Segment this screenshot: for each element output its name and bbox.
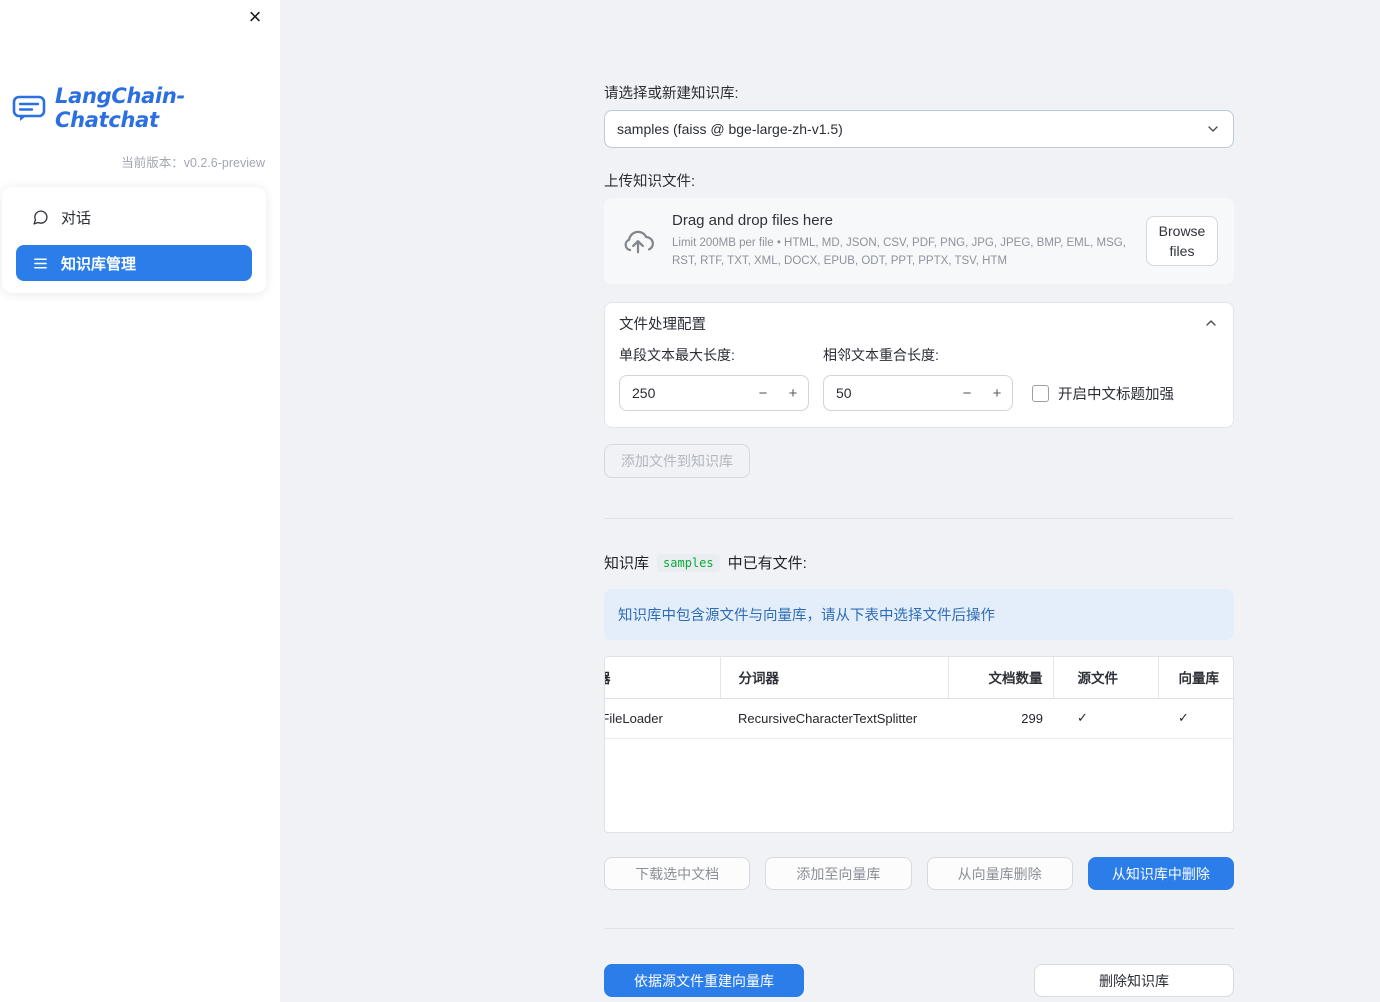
chunk-size-value[interactable]: 250 <box>620 385 748 401</box>
app-logo: LangChain-Chatchat <box>0 0 280 132</box>
cell-vector-store-check: ✓ <box>1158 698 1233 739</box>
expander-header[interactable]: 文件处理配置 <box>605 303 1233 343</box>
kb-select[interactable]: samples (faiss @ bge-large-zh-v1.5) <box>604 110 1234 148</box>
zh-title-enhance-checkbox[interactable] <box>1032 384 1049 402</box>
upload-label: 上传知识文件: <box>604 174 696 190</box>
chunk-size-decrement-button[interactable]: − <box>748 385 778 402</box>
column-header-vector-store: 向量库 <box>1158 657 1233 699</box>
rebuild-vector-store-button[interactable]: 依据源文件重建向量库 <box>604 964 804 997</box>
cell-doc-count: 299 <box>948 698 1053 739</box>
list-icon <box>32 255 49 272</box>
chunk-size-increment-button[interactable]: + <box>778 385 808 402</box>
sidebar-menu: 对话 知识库管理 <box>2 187 266 293</box>
close-sidebar-button[interactable]: × <box>242 4 268 30</box>
divider <box>604 928 1234 929</box>
kb-select-label: 请选择或新建知识库: <box>604 86 739 102</box>
dropzone-limit-text: Limit 200MB per file • HTML, MD, JSON, C… <box>672 237 1126 267</box>
chevron-down-icon <box>1205 121 1221 137</box>
file-dropzone[interactable]: Drag and drop files here Limit 200MB per… <box>604 198 1234 284</box>
browse-files-button[interactable]: Browse files <box>1146 215 1218 267</box>
column-header-doc-count: 文档数量 <box>948 657 1054 699</box>
overlap-size-decrement-button[interactable]: − <box>952 385 982 402</box>
chunk-size-label: 单段文本最大长度: <box>619 347 735 363</box>
column-header-splitter: 分词器 <box>720 657 949 699</box>
sidebar-item-dialogue[interactable]: 对话 <box>16 199 252 235</box>
chat-bubble-icon <box>32 209 49 226</box>
delete-from-kb-button[interactable]: 从知识库中删除 <box>1087 857 1234 890</box>
download-selected-docs-button[interactable]: 下载选中文档 <box>604 857 751 890</box>
file-config-expander: 文件处理配置 单段文本最大长度: 250 − + 相邻文本重合长度: 50 − … <box>604 302 1234 428</box>
add-to-vector-store-button[interactable]: 添加至向量库 <box>765 857 912 890</box>
kb-select-value: samples (faiss @ bge-large-zh-v1.5) <box>617 121 843 137</box>
delete-kb-button[interactable]: 删除知识库 <box>1034 964 1234 997</box>
kb-name-code: samples <box>657 553 720 572</box>
sidebar-item-label: 知识库管理 <box>61 255 137 273</box>
logo-text: LangChain-Chatchat <box>55 84 185 132</box>
cell-loader: UnstructuredFileLoader <box>605 698 720 739</box>
sidebar-item-label: 对话 <box>61 209 92 227</box>
divider <box>604 518 1234 519</box>
zh-title-enhance-label: 开启中文标题加强 <box>1058 386 1174 403</box>
dropzone-title: Drag and drop files here <box>672 212 833 230</box>
table-header-row: 文档加载器 分词器 文档数量 源文件 向量库 <box>605 657 1233 699</box>
logo-chat-icon <box>12 94 46 122</box>
existing-prefix: 知识库 <box>604 555 650 572</box>
cell-splitter: RecursiveCharacterTextSplitter <box>720 698 948 739</box>
overlap-size-increment-button[interactable]: + <box>982 385 1012 402</box>
existing-files-line: 知识库 samples 中已有文件: <box>604 552 1234 573</box>
table-action-buttons: 下载选中文档 添加至向量库 从向量库删除 从知识库中删除 <box>604 857 1234 890</box>
dropzone-text: Drag and drop files here Limit 200MB per… <box>672 212 1146 270</box>
main-area: 请选择或新建知识库: samples (faiss @ bge-large-zh… <box>280 0 1380 1002</box>
add-files-to-kb-button[interactable]: 添加文件到知识库 <box>604 444 750 478</box>
table-row[interactable]: UnstructuredFileLoader RecursiveCharacte… <box>605 698 1233 739</box>
existing-suffix: 中已有文件: <box>727 555 807 572</box>
overlap-size-label: 相邻文本重合长度: <box>823 347 939 363</box>
column-header-source-file: 源文件 <box>1053 657 1159 699</box>
delete-from-vector-store-button[interactable]: 从向量库删除 <box>926 857 1073 890</box>
info-banner: 知识库中包含源文件与向量库，请从下表中选择文件后操作 <box>604 589 1234 640</box>
sidebar-item-knowledge-base[interactable]: 知识库管理 <box>16 245 252 281</box>
overlap-size-value[interactable]: 50 <box>824 385 952 401</box>
column-header-loader: 文档加载器 <box>605 657 721 699</box>
sidebar: × LangChain-Chatchat 当前版本：v0.2.6-preview… <box>0 0 280 1002</box>
cell-source-file-check: ✓ <box>1053 698 1158 739</box>
chevron-up-icon <box>1203 315 1219 331</box>
footer-buttons: 依据源文件重建向量库 删除知识库 <box>604 964 1234 997</box>
version-text: 当前版本：v0.2.6-preview <box>121 156 265 170</box>
expander-body: 单段文本最大长度: 250 − + 相邻文本重合长度: 50 − + 开启中文标… <box>605 343 1233 427</box>
files-table[interactable]: 文档加载器 分词器 文档数量 源文件 向量库 UnstructuredFileL… <box>604 656 1234 833</box>
expander-title: 文件处理配置 <box>619 316 706 333</box>
overlap-size-input[interactable]: 50 − + <box>823 375 1013 411</box>
upload-cloud-icon <box>620 223 656 259</box>
chunk-size-input[interactable]: 250 − + <box>619 375 809 411</box>
